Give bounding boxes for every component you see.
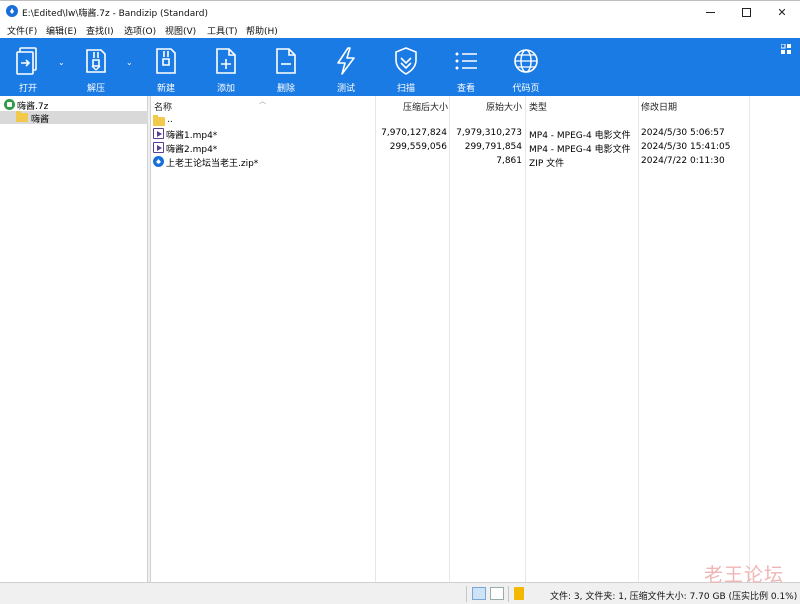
column-header-original[interactable]: 原始大小	[450, 96, 522, 113]
zip-file-icon	[153, 156, 164, 167]
status-separator	[466, 586, 467, 602]
column-header-type[interactable]: 类型	[529, 96, 639, 113]
file-original-size: 7,861	[496, 156, 522, 166]
layout-grid-icon[interactable]	[781, 44, 792, 55]
delete-button[interactable]: 删除	[260, 38, 312, 96]
table-row[interactable]: 嗨酱2.mp4* 299,559,056 299,791,854 MP4 - M…	[152, 141, 800, 155]
file-name: 嗨酱2.mp4*	[166, 145, 218, 155]
table-row[interactable]: ..	[152, 114, 800, 128]
extract-dropdown-icon[interactable]: ⌄	[126, 58, 134, 67]
new-archive-icon	[156, 48, 176, 74]
column-modified-label: 修改日期	[641, 103, 678, 113]
menu-edit[interactable]: 编辑(E)	[46, 24, 77, 37]
toolbar: 打开 ⌄ 解压 ⌄ 新建 添加 删除 测试 扫描 查看 代码页	[0, 38, 800, 96]
new-label: 新建	[156, 84, 175, 94]
maximize-icon	[741, 7, 751, 17]
codepage-button[interactable]: 代码页	[500, 38, 552, 96]
extract-label: 解压	[86, 84, 105, 94]
file-compressed-size: 7,970,127,824	[381, 128, 447, 138]
file-name: 上老王论坛当老王.zip*	[166, 159, 259, 169]
maximize-button[interactable]	[728, 1, 764, 23]
tree-item-archive[interactable]: 嗨酱.7z	[0, 98, 148, 112]
menu-bar: 文件(F) 编辑(E) 查找(I) 选项(O) 视图(V) 工具(T) 帮助(H…	[0, 22, 800, 38]
minimize-icon	[705, 11, 715, 13]
test-button[interactable]: 测试	[320, 38, 372, 96]
sort-ascending-icon: ︿	[259, 97, 266, 105]
file-modified: 2024/7/22 0:11:30	[641, 156, 725, 166]
open-icon	[16, 47, 37, 75]
folder-tree: 嗨酱.7z 嗨酱	[0, 96, 148, 582]
folder-icon	[153, 115, 165, 126]
details-view-button[interactable]	[472, 587, 486, 600]
close-icon: ✕	[777, 5, 787, 19]
add-file-icon	[216, 48, 236, 74]
add-button[interactable]: 添加	[200, 38, 252, 96]
bandizip-app-icon	[6, 5, 18, 17]
video-file-icon	[153, 128, 164, 139]
delete-file-icon	[276, 48, 296, 74]
column-header-modified[interactable]: 修改日期	[641, 96, 751, 113]
list-view-icon	[455, 52, 477, 70]
status-bar: 文件: 3, 文件夹: 1, 压缩文件大小: 7.70 GB (压实比例 0.1…	[0, 582, 800, 604]
codepage-label: 代码页	[512, 84, 540, 94]
column-name-label: 名称	[154, 103, 173, 113]
open-label: 打开	[18, 84, 37, 94]
file-type: MP4 - MPEG-4 电影文件	[529, 145, 631, 155]
panel-splitter[interactable]	[148, 96, 151, 582]
file-name: ..	[167, 115, 173, 125]
open-dropdown-icon[interactable]: ⌄	[58, 58, 66, 67]
menu-find[interactable]: 查找(I)	[86, 24, 114, 37]
tree-item-folder[interactable]: 嗨酱	[0, 111, 148, 125]
column-compressed-label: 压缩后大小	[402, 103, 448, 113]
globe-icon	[514, 49, 538, 73]
file-compressed-size: 299,559,056	[389, 142, 447, 152]
add-label: 添加	[216, 84, 235, 94]
file-type: MP4 - MPEG-4 电影文件	[529, 131, 631, 141]
archive-status-icon	[514, 587, 524, 600]
watermark: 老王论坛	[704, 564, 785, 586]
file-type: ZIP 文件	[529, 159, 565, 169]
tree-folder-label: 嗨酱	[31, 115, 50, 125]
delete-label: 删除	[276, 84, 295, 94]
file-list: 名称 ︿ 压缩后大小 原始大小 类型 修改日期 .. 嗨酱1.mp4* 7,97…	[152, 96, 800, 582]
title-bar: E:\Edited\lw\嗨酱.7z - Bandizip (Standard)…	[0, 0, 800, 22]
table-row[interactable]: 上老王论坛当老王.zip* 7,861 ZIP 文件 2024/7/22 0:1…	[152, 155, 800, 169]
lightning-icon	[337, 47, 355, 75]
file-original-size: 299,791,854	[464, 142, 522, 152]
menu-tools[interactable]: 工具(T)	[207, 24, 238, 37]
file-name: 嗨酱1.mp4*	[166, 131, 218, 141]
status-separator	[508, 586, 509, 602]
new-button[interactable]: 新建	[140, 38, 192, 96]
menu-view[interactable]: 视图(V)	[165, 24, 196, 37]
minimize-button[interactable]	[692, 1, 728, 23]
file-modified: 2024/5/30 15:41:05	[641, 142, 731, 152]
column-header-compressed[interactable]: 压缩后大小	[376, 96, 448, 113]
column-original-label: 原始大小	[485, 103, 522, 113]
menu-options[interactable]: 选项(O)	[124, 24, 156, 37]
test-label: 测试	[336, 84, 355, 94]
video-file-icon	[153, 142, 164, 153]
shield-icon	[395, 47, 417, 75]
menu-file[interactable]: 文件(F)	[7, 24, 37, 37]
menu-help[interactable]: 帮助(H)	[246, 24, 278, 37]
column-type-label: 类型	[529, 103, 548, 113]
status-summary: 文件: 3, 文件夹: 1, 压缩文件大小: 7.70 GB (压实比例 0.1…	[550, 592, 798, 602]
close-button[interactable]: ✕	[764, 1, 800, 23]
extract-icon	[86, 49, 106, 73]
table-row[interactable]: 嗨酱1.mp4* 7,970,127,824 7,979,310,273 MP4…	[152, 127, 800, 141]
scan-button[interactable]: 扫描	[380, 38, 432, 96]
window-title: E:\Edited\lw\嗨酱.7z - Bandizip (Standard)	[22, 9, 209, 19]
view-label: 查看	[456, 84, 475, 94]
extract-button[interactable]: 解压	[70, 38, 122, 96]
folder-icon	[16, 111, 28, 122]
file-modified: 2024/5/30 5:06:57	[641, 128, 725, 138]
view-button[interactable]: 查看	[440, 38, 492, 96]
thumbnail-view-button[interactable]	[490, 587, 504, 600]
scan-label: 扫描	[396, 84, 415, 94]
file-original-size: 7,979,310,273	[456, 128, 522, 138]
archive-icon	[4, 99, 15, 110]
open-button[interactable]: 打开	[2, 38, 54, 96]
